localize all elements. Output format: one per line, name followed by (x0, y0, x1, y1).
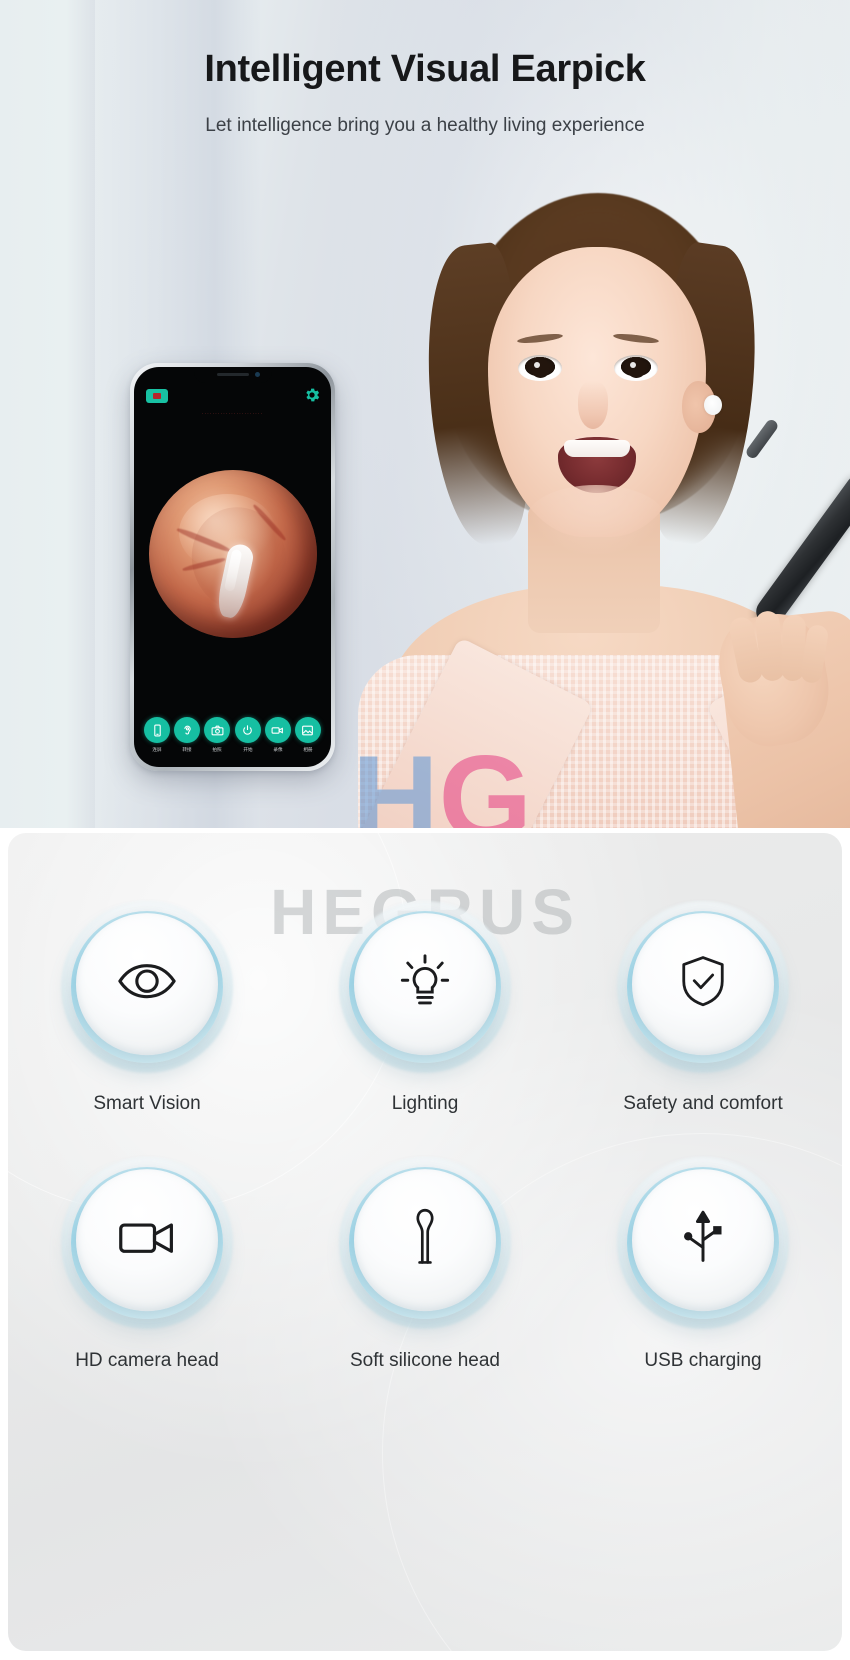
toolbar-label: 录像 (273, 747, 283, 753)
toolbar-label: 拍照 (212, 747, 222, 753)
feature-item-lighting[interactable]: Safety and comfort Lighting (286, 899, 564, 1118)
silicone-tip-icon (407, 1206, 443, 1275)
hg-logo-watermark: HG (352, 738, 542, 828)
eye-icon (116, 961, 178, 1006)
phone-icon (144, 717, 170, 743)
toolbar-item-record[interactable]: 录像 (263, 717, 293, 753)
toolbar-label: 相册 (303, 747, 313, 753)
feature-label: USB charging (644, 1349, 762, 1371)
features-grid: Smart Vision Lighting Safety and comfort… (8, 899, 842, 1374)
gear-icon[interactable] (303, 386, 321, 404)
lightbulb-icon (396, 952, 454, 1015)
camera-icon (204, 717, 231, 743)
page-subtitle: Let intelligence bring you a healthy liv… (205, 115, 645, 136)
toolbar-item-connect[interactable]: 连屏 (142, 717, 172, 753)
phone-screen: ······················· 连屏 转接 拍照 开始 录像 相… (134, 367, 331, 767)
feature-label: HD camera head (75, 1349, 219, 1371)
earpick-probe (744, 417, 780, 461)
gallery-icon (294, 717, 321, 743)
model-chin (526, 485, 666, 555)
toolbar-label: 连屏 (152, 747, 162, 753)
phone-front-camera-icon (254, 372, 260, 377)
earpick-cotton-tip (704, 395, 722, 415)
feature-item-smart-vision[interactable]: Smart Vision (8, 899, 286, 1118)
phone-speaker (216, 373, 249, 376)
logo-letter-h: H (352, 731, 439, 828)
feature-label: Smart Vision (93, 1093, 201, 1114)
feature-item-hd-camera[interactable]: HD camera head (8, 1156, 286, 1375)
battery-icon (146, 389, 168, 403)
toolbar-item-album[interactable]: 相册 (293, 717, 323, 753)
feature-label: Safety and comfort (623, 1093, 783, 1114)
feature-item-silicone-head[interactable]: Soft silicone head (286, 1156, 564, 1375)
phone-banner-text: ······················· (201, 411, 264, 417)
video-camera-icon (117, 1217, 177, 1264)
feature-label: Lighting (391, 1093, 459, 1114)
feature-label: Soft silicone head (350, 1349, 500, 1371)
model-eye-right (614, 355, 658, 381)
usb-icon (678, 1208, 728, 1273)
video-icon (264, 717, 291, 743)
app-toolbar: 连屏 转接 拍照 开始 录像 相册 (134, 717, 331, 753)
feature-item-safety[interactable]: Safety and comfort (564, 899, 842, 1118)
model-eye-left (518, 355, 562, 381)
shield-check-icon (675, 953, 731, 1014)
page-title: Intelligent Visual Earpick (204, 48, 646, 90)
power-icon (234, 717, 261, 743)
logo-letter-g: G (438, 731, 533, 828)
earpick-device (750, 469, 850, 632)
hero-section: Intelligent Visual Earpick Let intellige… (0, 0, 850, 828)
toolbar-item-start[interactable]: 开始 (233, 717, 263, 753)
ear-icon (174, 717, 201, 743)
toolbar-item-transfer[interactable]: 转接 (172, 717, 202, 753)
ear-canal-view (148, 470, 317, 638)
toolbar-label: 开始 (242, 747, 253, 753)
feature-item-usb-charging[interactable]: USB charging (564, 1156, 842, 1375)
features-section: HEGRUS Smart Vision (8, 833, 842, 1651)
phone-mockup: ······················· 连屏 转接 拍照 开始 录像 相… (130, 363, 335, 771)
toolbar-item-photo[interactable]: 拍照 (202, 717, 232, 753)
model-nose (578, 381, 608, 429)
toolbar-label: 转接 (182, 747, 192, 753)
